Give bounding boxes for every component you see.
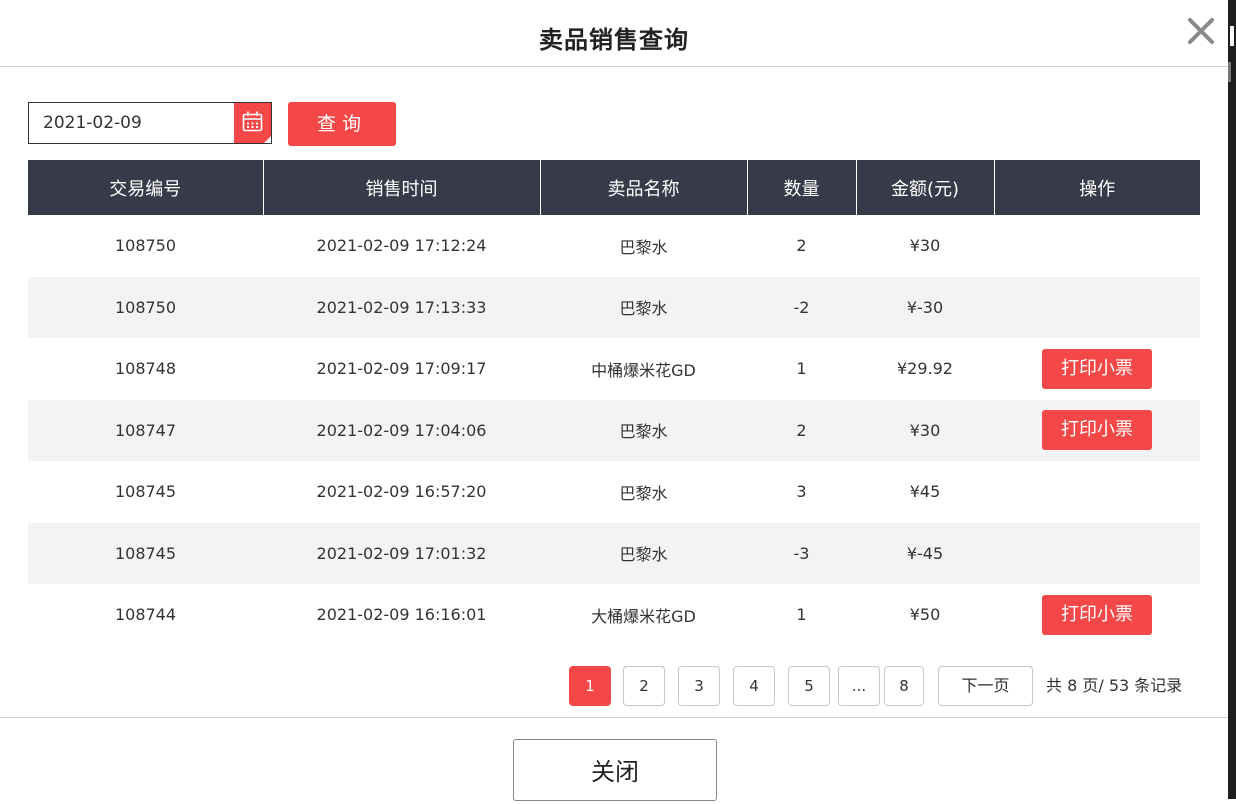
- cell-item-name: 巴黎水: [540, 522, 747, 584]
- dialog-header: 卖品销售查询: [0, 0, 1228, 67]
- footer-divider: [0, 717, 1228, 718]
- table-row: 108745 2021-02-09 16:57:20 巴黎水 3 ¥45: [28, 461, 1200, 523]
- cell-sale-time: 2021-02-09 16:57:20: [316, 482, 487, 502]
- cell-sale-time: 2021-02-09 17:01:32: [263, 522, 540, 584]
- window-edge: [1228, 0, 1236, 799]
- cell-quantity: 2: [796, 236, 807, 256]
- page-button-3[interactable]: 3: [678, 666, 720, 706]
- calendar-corner: [264, 136, 271, 143]
- cell-action: 打印小票: [994, 338, 1200, 400]
- cell-transaction-id: 108750: [28, 276, 263, 338]
- table-row: 108745 2021-02-09 17:01:32 巴黎水 -3 ¥-45: [28, 522, 1200, 584]
- header-transaction-id: 交易编号: [28, 160, 263, 215]
- page-button-8[interactable]: 8: [884, 666, 924, 706]
- cell-quantity: -3: [747, 522, 856, 584]
- cell-item-name: 巴黎水: [540, 276, 747, 338]
- edge-marker: [1230, 26, 1234, 46]
- table-header-row: 交易编号 销售时间 卖品名称 数量 金额(元) 操作: [28, 160, 1200, 215]
- cell-transaction-id: 108744: [114, 605, 177, 625]
- cell-item-name: 中桶爆米花GD: [591, 360, 696, 380]
- header-action: 操作: [993, 160, 1200, 215]
- print-receipt-button[interactable]: 打印小票: [1042, 348, 1152, 389]
- cell-amount: ¥29.92: [897, 359, 953, 379]
- header-quantity: 数量: [746, 160, 856, 215]
- cell-amount: ¥30: [856, 399, 994, 461]
- cell-item-name: 巴黎水: [540, 399, 747, 461]
- cell-transaction-id: 108748: [114, 359, 177, 379]
- cell-amount: ¥45: [909, 482, 941, 502]
- table-row: 108748 2021-02-09 17:09:17 中桶爆米花GD 1 ¥29…: [28, 338, 1200, 400]
- print-receipt-button[interactable]: 打印小票: [1042, 410, 1152, 451]
- calendar-button[interactable]: [234, 103, 271, 143]
- page-button-2[interactable]: 2: [623, 666, 665, 706]
- cell-sale-time: 2021-02-09 17:13:33: [263, 276, 540, 338]
- cell-quantity: 1: [796, 605, 807, 625]
- page-button-4[interactable]: 4: [733, 666, 775, 706]
- table-row: 108747 2021-02-09 17:04:06 巴黎水 2 ¥30 打印小…: [28, 399, 1200, 461]
- cell-amount: ¥-45: [856, 522, 994, 584]
- cell-amount: ¥50: [909, 605, 941, 625]
- cell-amount: ¥-30: [856, 276, 994, 338]
- sales-table: 交易编号 销售时间 卖品名称 数量 金额(元) 操作 108750 2021-0…: [28, 160, 1200, 646]
- cell-transaction-id: 108745: [114, 482, 177, 502]
- table-row: 108744 2021-02-09 16:16:01 大桶爆米花GD 1 ¥50…: [28, 584, 1200, 646]
- cell-action: [994, 461, 1200, 523]
- date-input[interactable]: [29, 103, 233, 143]
- cell-sale-time: 2021-02-09 17:12:24: [316, 236, 487, 256]
- cell-sale-time: 2021-02-09 17:04:06: [263, 399, 540, 461]
- cell-quantity: 1: [796, 359, 807, 379]
- close-button[interactable]: 关闭: [513, 739, 717, 801]
- cell-sale-time: 2021-02-09 16:16:01: [316, 605, 487, 625]
- cell-transaction-id: 108750: [114, 236, 177, 256]
- edge-scrollbar: [1228, 62, 1231, 82]
- cell-action: 打印小票: [994, 584, 1200, 646]
- print-receipt-button[interactable]: 打印小票: [1042, 594, 1152, 635]
- cell-amount: ¥30: [909, 236, 941, 256]
- cell-item-name: 大桶爆米花GD: [591, 606, 696, 626]
- query-button[interactable]: 查询: [288, 102, 396, 146]
- page-ellipsis[interactable]: ...: [838, 666, 880, 706]
- header-amount: 金额(元): [855, 160, 994, 215]
- next-page-button[interactable]: 下一页: [938, 666, 1033, 706]
- header-sale-time: 销售时间: [262, 160, 540, 215]
- cell-quantity: 3: [796, 482, 807, 502]
- header-item-name: 卖品名称: [539, 160, 747, 215]
- cell-quantity: -2: [747, 276, 856, 338]
- cell-transaction-id: 108745: [28, 522, 263, 584]
- cell-action: [994, 276, 1200, 338]
- close-icon[interactable]: [1184, 14, 1218, 48]
- date-picker[interactable]: [28, 102, 272, 144]
- dialog-title: 卖品销售查询: [539, 26, 689, 54]
- cell-item-name: 巴黎水: [619, 483, 668, 503]
- cell-action: [994, 522, 1200, 584]
- cell-action: [994, 215, 1200, 277]
- cell-transaction-id: 108747: [28, 399, 263, 461]
- page-button-1[interactable]: 1: [569, 666, 611, 706]
- cell-item-name: 巴黎水: [619, 237, 668, 257]
- cell-quantity: 2: [747, 399, 856, 461]
- cell-sale-time: 2021-02-09 17:09:17: [316, 359, 487, 379]
- table-row: 108750 2021-02-09 17:13:33 巴黎水 -2 ¥-30: [28, 276, 1200, 338]
- page-button-5[interactable]: 5: [788, 666, 830, 706]
- table-row: 108750 2021-02-09 17:12:24 巴黎水 2 ¥30: [28, 215, 1200, 277]
- cell-action: 打印小票: [994, 399, 1200, 461]
- pagination-total: 共 8 页/ 53 条记录: [1046, 676, 1183, 695]
